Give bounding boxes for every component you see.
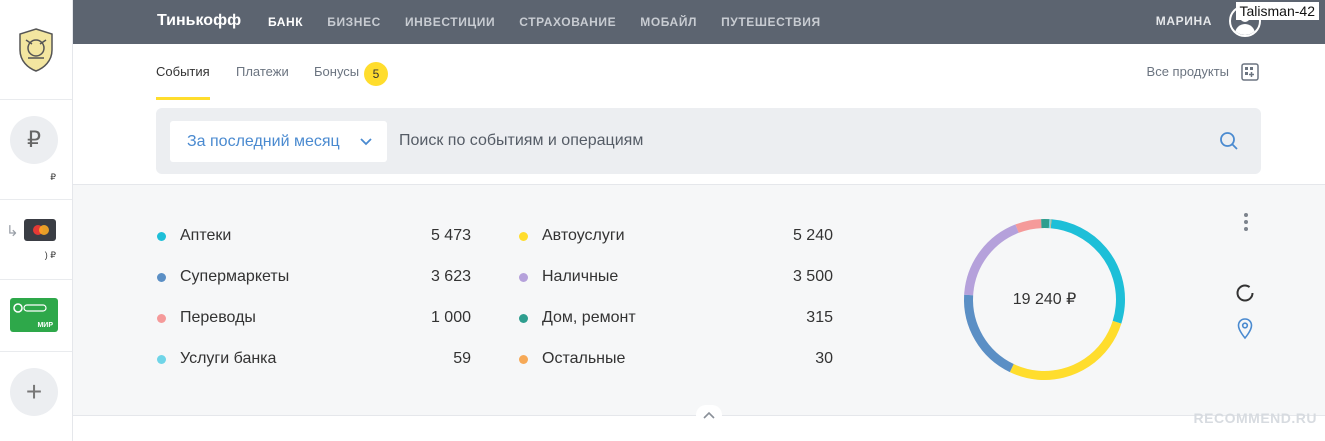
category-color-dot	[519, 355, 528, 364]
period-select[interactable]: За последний месяц	[170, 121, 387, 162]
category-value: 1 000	[430, 309, 471, 326]
top-navigation-bar: Тинькофф БАНК БИЗНЕС ИНВЕСТИЦИИ СТРАХОВА…	[73, 0, 1325, 44]
search-input[interactable]: Поиск по событиям и операциям	[399, 108, 643, 174]
ruble-icon[interactable]: ₽	[10, 116, 58, 164]
category-color-dot	[519, 232, 528, 241]
tab-bonuses[interactable]: Бонусы	[314, 44, 359, 100]
tab-events[interactable]: События	[156, 44, 210, 100]
user-name[interactable]: МАРИНА	[1156, 0, 1212, 42]
period-select-label: За последний месяц	[187, 133, 340, 150]
bank-logo[interactable]	[12, 26, 60, 74]
donut-total-label: 19 240 ₽	[1012, 291, 1077, 308]
category-row[interactable]: Дом, ремонт 315	[519, 308, 833, 328]
collapse-analytics-button[interactable]	[696, 405, 722, 425]
category-value: 315	[806, 309, 833, 326]
category-value: 59	[453, 350, 471, 367]
chevron-up-icon	[703, 411, 715, 419]
recommend-watermark: RECOMMEND.RU	[1193, 410, 1317, 426]
category-value: 30	[815, 350, 833, 367]
linked-arrow-icon: ↳	[6, 223, 19, 240]
add-product-grid-icon[interactable]	[1241, 63, 1259, 81]
category-label: Дом, ремонт	[542, 309, 636, 326]
rub-account-caption: ₽	[50, 172, 56, 182]
category-row[interactable]: Наличные 3 500	[519, 267, 833, 287]
category-value: 3 623	[430, 268, 471, 285]
nav-investments[interactable]: ИНВЕСТИЦИИ	[405, 15, 495, 29]
category-label: Услуги банка	[180, 350, 277, 367]
nav-business[interactable]: БИЗНЕС	[327, 15, 381, 29]
search-bar: За последний месяц Поиск по событиям и о…	[156, 108, 1261, 174]
nav-mobile[interactable]: МОБАЙЛ	[640, 15, 697, 29]
sidebar: ₽ ₽ ↳ ) ₽ МИР +	[0, 0, 73, 441]
loading-spinner-icon	[1236, 284, 1254, 302]
category-label: Аптеки	[180, 227, 232, 244]
bonuses-count-badge: 5	[364, 62, 388, 86]
sidebar-add-block: +	[0, 352, 72, 441]
spending-analytics: Аптеки 5 473 Супермаркеты 3 623 Переводы…	[73, 184, 1325, 416]
category-color-dot	[157, 355, 166, 364]
category-row[interactable]: Остальные 30	[519, 349, 833, 369]
category-row[interactable]: Услуги банка 59	[157, 349, 471, 369]
search-icon[interactable]	[1219, 131, 1239, 151]
category-color-dot	[519, 273, 528, 282]
sidebar-card-account[interactable]: ↳ ) ₽	[0, 200, 72, 280]
brand-name[interactable]: Тинькофф	[157, 0, 241, 44]
category-value: 5 473	[430, 227, 471, 244]
nav-travel[interactable]: ПУТЕШЕСТВИЯ	[721, 15, 821, 29]
mir-card-icon[interactable]: МИР	[10, 298, 58, 332]
mastercard-card-icon[interactable]	[24, 219, 56, 241]
main-nav: БАНК БИЗНЕС ИНВЕСТИЦИИ СТРАХОВАНИЕ МОБАЙ…	[268, 0, 845, 44]
category-row[interactable]: Супермаркеты 3 623	[157, 267, 471, 287]
category-color-dot	[157, 273, 166, 282]
all-products-link[interactable]: Все продукты	[1147, 44, 1229, 100]
location-pin-icon[interactable]	[1237, 318, 1253, 340]
sidebar-rub-account[interactable]: ₽ ₽	[0, 100, 72, 200]
category-label: Остальные	[542, 350, 626, 367]
nav-insurance[interactable]: СТРАХОВАНИЕ	[519, 15, 616, 29]
nav-bank[interactable]: БАНК	[268, 15, 303, 29]
more-options-icon[interactable]	[1241, 213, 1251, 234]
card-account-caption: ) ₽	[44, 250, 56, 260]
category-label: Супермаркеты	[180, 268, 290, 285]
sidebar-logo-block[interactable]	[0, 0, 72, 100]
category-row[interactable]: Переводы 1 000	[157, 308, 471, 328]
mir-card-label: МИР	[37, 322, 53, 329]
category-row[interactable]: Аптеки 5 473	[157, 226, 471, 246]
category-row[interactable]: Автоуслуги 5 240	[519, 226, 833, 246]
sub-tabs-bar: События Платежи Бонусы 5 Все продукты	[73, 44, 1325, 100]
tab-payments[interactable]: Платежи	[236, 44, 289, 100]
category-color-dot	[157, 314, 166, 323]
sidebar-mir-card[interactable]: МИР	[0, 280, 72, 352]
category-color-dot	[519, 314, 528, 323]
user-overlay-tag: Talisman-42	[1235, 2, 1319, 20]
category-color-dot	[157, 232, 166, 241]
chevron-down-icon	[360, 138, 372, 146]
category-value: 5 240	[792, 227, 833, 244]
add-product-button[interactable]: +	[10, 368, 58, 416]
category-value: 3 500	[792, 268, 833, 285]
category-label: Наличные	[542, 268, 619, 285]
category-label: Переводы	[180, 309, 256, 326]
category-label: Автоуслуги	[542, 227, 625, 244]
